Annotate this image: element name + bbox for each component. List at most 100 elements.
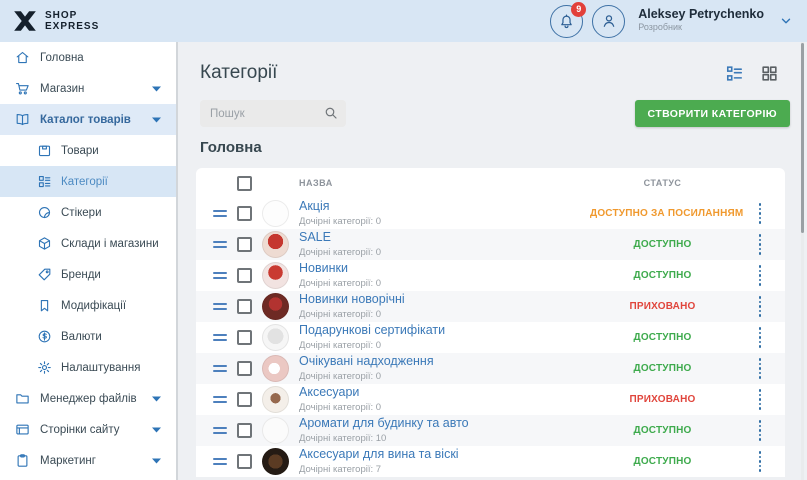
children-count: Дочірні категорії: 0: [299, 216, 381, 227]
row-menu-button[interactable]: [753, 386, 768, 413]
sidebar-item-brands[interactable]: Бренди: [0, 259, 176, 290]
row-checkbox[interactable]: [237, 392, 252, 407]
table-row: Подарункові сертифікатиДочірні категорії…: [196, 322, 785, 353]
row-menu-button[interactable]: [753, 417, 768, 444]
select-all-checkbox[interactable]: [237, 176, 252, 191]
sidebar-item-stickers[interactable]: Стікери: [0, 197, 176, 228]
create-category-button[interactable]: СТВОРИТИ КАТЕГОРІЮ: [635, 100, 790, 127]
drag-handle-icon[interactable]: [213, 241, 227, 249]
app-window: SHOP EXPRESS 9 Aleksey Petrychenko Розро…: [0, 0, 807, 480]
user-menu-chevron-down-icon[interactable]: [779, 14, 793, 28]
status-badge: ДОСТУПНО: [590, 332, 735, 343]
topbar: SHOP EXPRESS 9 Aleksey Petrychenko Розро…: [0, 0, 807, 42]
category-link[interactable]: Аксесуари: [299, 386, 590, 399]
children-count: Дочірні категорії: 0: [299, 247, 381, 258]
row-menu-button[interactable]: [753, 355, 768, 382]
category-thumbnail: [262, 417, 289, 444]
sidebar-item-settings[interactable]: Налаштування: [0, 352, 176, 383]
sidebar-item-currencies[interactable]: Валюти: [0, 321, 176, 352]
user-icon: [600, 12, 618, 30]
row-menu-button[interactable]: [753, 262, 768, 289]
drag-handle-icon[interactable]: [213, 303, 227, 311]
category-link[interactable]: Новинки: [299, 262, 590, 275]
category-link[interactable]: Очікувані надходження: [299, 355, 590, 368]
status-badge: ДОСТУПНО: [590, 425, 735, 436]
category-link[interactable]: Акція: [299, 200, 590, 213]
sidebar-item-catalog[interactable]: Каталог товарів: [0, 104, 176, 135]
row-checkbox[interactable]: [237, 268, 252, 283]
category-link[interactable]: Аксесуари для вина та віскі: [299, 448, 590, 461]
folder-icon: [15, 391, 30, 406]
row-menu-button[interactable]: [753, 448, 768, 475]
shop-express-logo[interactable]: SHOP EXPRESS: [12, 8, 99, 34]
home-icon: [15, 50, 30, 65]
category-link[interactable]: Аромати для будинку та авто: [299, 417, 590, 430]
sidebar-item-shop[interactable]: Магазин: [0, 73, 176, 104]
row-menu-button[interactable]: [753, 293, 768, 320]
row-checkbox[interactable]: [237, 454, 252, 469]
sidebar-item-home[interactable]: Головна: [0, 42, 176, 73]
logo-x-icon: [12, 8, 38, 34]
row-checkbox[interactable]: [237, 330, 252, 345]
search-icon: [323, 105, 339, 126]
catalog-icon: [15, 112, 30, 127]
drag-handle-icon[interactable]: [213, 365, 227, 373]
table-row: SALEДочірні категорії: 0 ДОСТУПНО: [196, 229, 785, 260]
column-header-status: СТАТУС: [590, 178, 735, 188]
sidebar-item-categories[interactable]: Категорії: [0, 166, 176, 197]
status-badge: ДОСТУПНО: [590, 456, 735, 467]
sidebar-item-file-manager[interactable]: Менеджер файлів: [0, 383, 176, 414]
notifications-button[interactable]: 9: [550, 5, 583, 38]
table-row: Очікувані надходженняДочірні категорії: …: [196, 353, 785, 384]
row-menu-button[interactable]: [753, 231, 768, 258]
row-checkbox[interactable]: [237, 206, 252, 221]
status-badge: ДОСТУПНО: [590, 270, 735, 281]
user-role: Розробник: [638, 21, 764, 34]
category-thumbnail: [262, 293, 289, 320]
drag-handle-icon[interactable]: [213, 396, 227, 404]
drag-handle-icon[interactable]: [213, 427, 227, 435]
row-menu-button[interactable]: [753, 200, 768, 227]
grid-view-button[interactable]: [760, 64, 779, 83]
drag-handle-icon[interactable]: [213, 210, 227, 218]
row-checkbox[interactable]: [237, 299, 252, 314]
row-checkbox[interactable]: [237, 423, 252, 438]
cart-icon: [15, 81, 30, 96]
view-toggles: [725, 64, 779, 83]
drag-handle-icon[interactable]: [213, 272, 227, 280]
chevron-down-icon: [152, 427, 161, 433]
status-badge: ДОСТУПНО: [590, 363, 735, 374]
warehouse-cube-icon: [37, 236, 52, 251]
row-checkbox[interactable]: [237, 361, 252, 376]
logo-text: SHOP EXPRESS: [45, 10, 99, 32]
drag-handle-icon[interactable]: [213, 334, 227, 342]
main-content: Категорії СТВОРИТИ КАТЕГОРІЮ Головна: [178, 42, 807, 480]
currency-icon: [37, 329, 52, 344]
sidebar-item-modifications[interactable]: Модифікації: [0, 290, 176, 321]
notification-badge: 9: [571, 2, 586, 17]
scrollbar-thumb[interactable]: [801, 43, 804, 233]
categories-list-icon: [37, 174, 52, 189]
category-thumbnail: [262, 448, 289, 475]
avatar[interactable]: [592, 5, 625, 38]
row-menu-button[interactable]: [753, 324, 768, 351]
sidebar-item-products[interactable]: Товари: [0, 135, 176, 166]
sidebar-item-marketing[interactable]: Маркетинг: [0, 445, 176, 476]
table-row: Новинки новорічніДочірні категорії: 0 ПР…: [196, 291, 785, 322]
sticker-icon: [37, 205, 52, 220]
table-row: Аромати для будинку та автоДочірні катег…: [196, 415, 785, 446]
category-link[interactable]: Новинки новорічні: [299, 293, 590, 306]
sidebar-item-warehouses[interactable]: Склади і магазини: [0, 228, 176, 259]
chevron-down-icon: [152, 396, 161, 402]
category-link[interactable]: SALE: [299, 231, 590, 244]
row-checkbox[interactable]: [237, 237, 252, 252]
children-count: Дочірні категорії: 0: [299, 278, 381, 289]
list-view-button[interactable]: [725, 64, 744, 83]
clipboard-icon: [15, 453, 30, 468]
category-link[interactable]: Подарункові сертифікати: [299, 324, 590, 337]
chevron-down-icon: [152, 117, 161, 123]
sidebar-item-site-pages[interactable]: Сторінки сайту: [0, 414, 176, 445]
drag-handle-icon[interactable]: [213, 458, 227, 466]
user-menu[interactable]: Aleksey Petrychenko Розробник: [638, 8, 764, 34]
table-row: АксесуариДочірні категорії: 0 ПРИХОВАНО: [196, 384, 785, 415]
